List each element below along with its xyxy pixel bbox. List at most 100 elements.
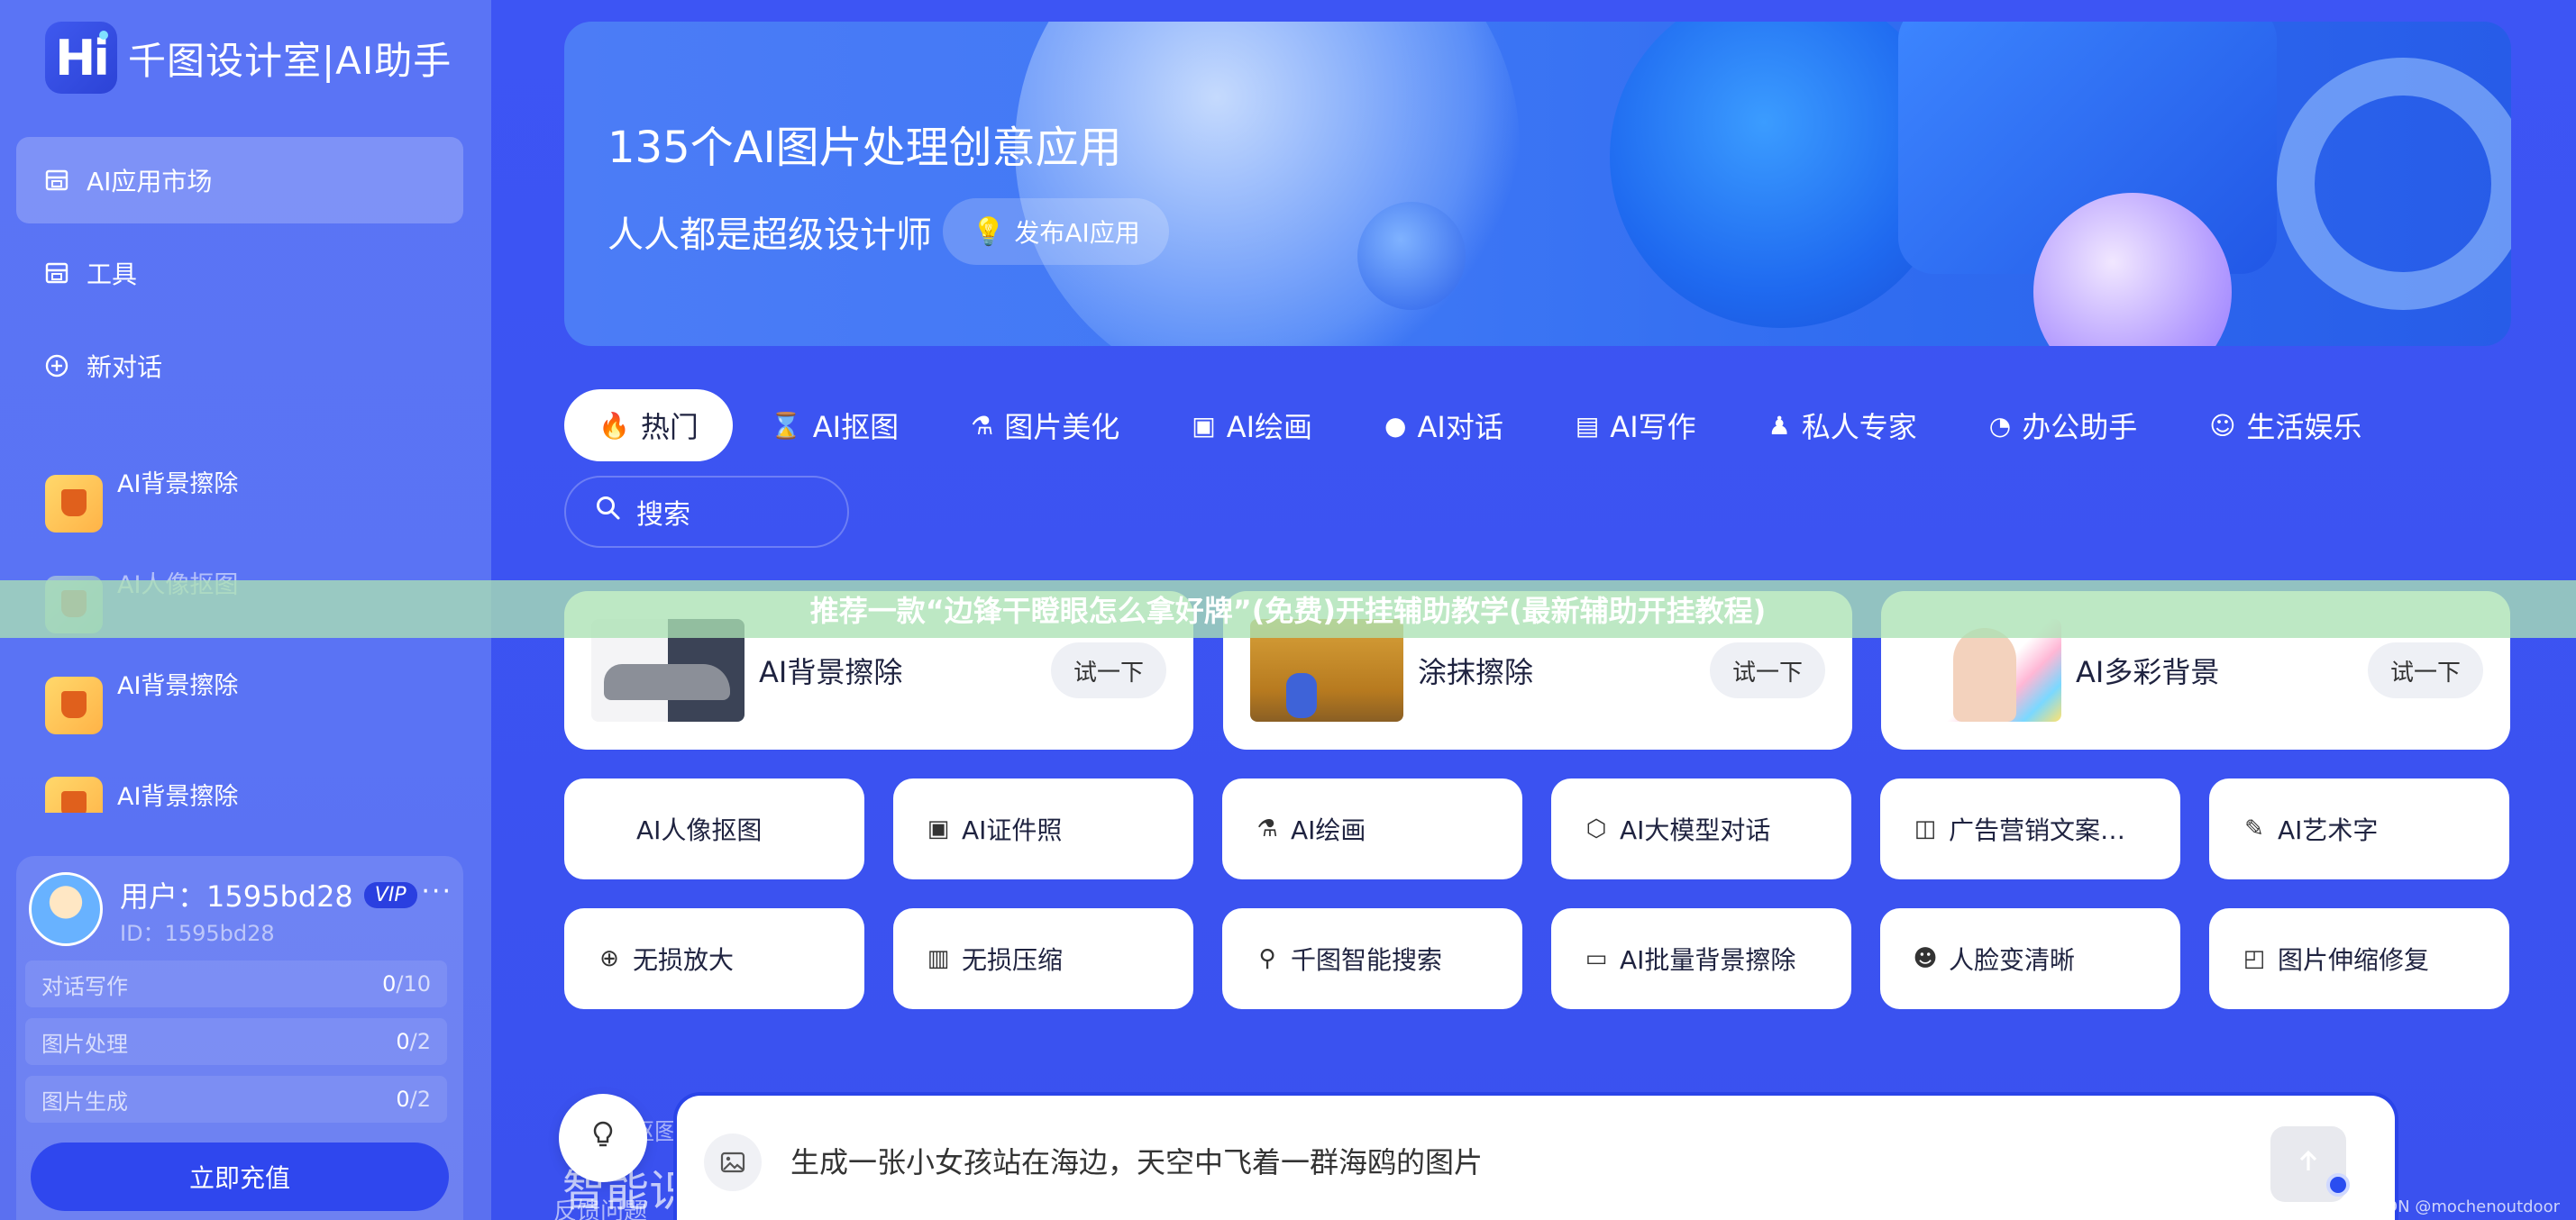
flask-icon: ⚗ [971,410,994,441]
tab-office[interactable]: ◔ 办公助手 [1955,389,2171,461]
tool-image-stretch-repair[interactable]: ◰ 图片伸缩修复 [2209,908,2509,1009]
username-text: 用户：1595bd28 [120,879,353,914]
send-button[interactable] [2270,1126,2350,1202]
tab-ai-painting[interactable]: ▣ AI绘画 [1157,389,1347,461]
tool-lossless-compress[interactable]: ▥ 无损压缩 [893,908,1193,1009]
tab-lifestyle[interactable]: ☺ 生活娱乐 [2175,389,2396,461]
nav-item-ai-app-market[interactable]: AI应用市场 [16,137,463,223]
recent-item[interactable]: AI背景擦除 [45,470,460,535]
image-upload-icon[interactable] [704,1134,762,1191]
zoom-in-icon: ⊕ [599,945,619,972]
tool-batch-bg-erase[interactable]: ▭ AI批量背景擦除 [1551,908,1851,1009]
tool-label: 千图智能搜索 [1291,945,1443,975]
recent-thumbnail [45,475,103,533]
tool-smart-search[interactable]: ⚲ 千图智能搜索 [1222,908,1522,1009]
app-logo[interactable]: Hi 千图设计室|AI助手 [45,22,452,94]
tool-ai-portrait-cutout[interactable]: AI人像抠图 [564,778,864,879]
tab-private-expert[interactable]: ♟ 私人专家 [1734,389,1951,461]
nav-label: 工具 [87,259,138,289]
decor-sphere [1357,202,1466,310]
search-label: 搜索 [636,499,690,531]
tab-label: 私人专家 [1801,410,1917,444]
id-card-icon: ▣ [927,815,950,842]
tool-ai-painting[interactable]: ⚗ AI绘画 [1222,778,1522,879]
lightbulb-icon [588,1119,618,1158]
person-icon: ♟ [1768,410,1791,441]
publish-app-button[interactable]: 💡 发布AI应用 [943,198,1169,265]
feedback-link[interactable]: 反馈问题 [553,1193,647,1220]
banner-subtitle-text: 人人都是超级设计师 [607,214,932,256]
lightbulb-button[interactable] [559,1094,647,1182]
tool-face-enhance[interactable]: ☻ 人脸变清晰 [1880,908,2180,1009]
tool-label: AI证件照 [962,815,1063,845]
recent-label: AI背景擦除 [117,671,239,700]
hero-banner: 135个AI图片处理创意应用 人人都是超级设计师 💡 发布AI应用 [564,22,2511,346]
arrow-up-icon [2295,1146,2322,1183]
edit-image-icon: ✎ [2244,815,2264,842]
speaker-icon: ◫ [1914,815,1937,842]
plus-circle-icon [43,352,70,379]
recent-item[interactable]: AI背景擦除 [45,775,460,813]
quota-row: 图片生成 0/2 [25,1076,447,1123]
recent-label: AI背景擦除 [117,469,239,498]
try-button[interactable]: 试一下 [2368,642,2483,698]
search-box[interactable]: 搜索 [564,476,849,548]
banner-title: 135个AI图片处理创意应用 [607,123,1122,173]
tab-ai-writing[interactable]: ▤ AI写作 [1541,389,1731,461]
quota-value: 0/10 [382,971,431,997]
nav-item-new-chat[interactable]: 新对话 [16,323,463,409]
nav-item-tools[interactable]: 工具 [16,230,463,316]
feature-name: AI背景擦除 [759,655,903,689]
compress-icon: ▥ [927,945,950,972]
logo-mark: Hi [45,22,117,94]
tool-lossless-upscale[interactable]: ⊕ 无损放大 [564,908,864,1009]
tab-hot[interactable]: 🔥 热门 [564,389,733,461]
tool-label: 无损压缩 [962,945,1064,975]
tab-ai-cutout[interactable]: ⌛ AI抠图 [736,389,933,461]
tab-label: 办公助手 [2022,410,2138,444]
quota-row: 对话写作 0/10 [25,961,447,1007]
user-id: ID：1595bd28 [120,921,275,946]
tool-ai-art-text[interactable]: ✎ AI艺术字 [2209,778,2509,879]
nav-label: AI应用市场 [87,167,213,196]
crop-icon: ◰ [2243,945,2266,972]
tab-beautify[interactable]: ⚗ 图片美化 [936,389,1154,461]
recent-item[interactable]: AI背景擦除 [45,672,460,737]
quota-value: 0/2 [396,1029,431,1054]
user-name: 用户：1595bd28 VIP [120,874,417,915]
user-card: 用户：1595bd28 VIP ··· ID：1595bd28 对话写作 0/1… [16,856,463,1220]
tab-label: AI对话 [1417,410,1503,444]
smile-icon: ☺ [2209,410,2236,441]
more-options-icon[interactable]: ··· [421,876,452,907]
feature-name: 涂抹擦除 [1418,655,1534,689]
tab-ai-chat[interactable]: ● AI对话 [1350,389,1538,461]
tool-label: 图片伸缩修复 [2278,945,2430,975]
quota-label: 对话写作 [41,973,128,999]
fire-icon: 🔥 [598,410,630,441]
tab-label: 生活娱乐 [2246,410,2362,444]
chat-input[interactable] [790,1135,2233,1189]
try-button[interactable]: 试一下 [1710,642,1825,698]
image-icon: ▣ [1192,410,1216,441]
tool-label: AI绘画 [1291,815,1366,845]
try-button[interactable]: 试一下 [1051,642,1166,698]
tab-label: AI抠图 [812,410,900,444]
tool-ad-copywriting[interactable]: ◫ 广告营销文案… [1880,778,2180,879]
overlay-banner-text: 推荐一款“边锋干瞪眼怎么拿好牌”(免费)开挂辅助教学(最新辅助开挂教程) [0,580,2576,638]
tool-ai-id-photo[interactable]: ▣ AI证件照 [893,778,1193,879]
tool-label: AI大模型对话 [1620,815,1771,845]
book-icon: ▤ [1575,410,1600,441]
tool-label: AI人像抠图 [636,815,763,845]
store-icon [43,167,70,194]
logo-text: 千图设计室|AI助手 [128,38,452,83]
feature-name: AI多彩背景 [2076,655,2220,689]
avatar[interactable] [29,872,103,946]
vip-badge: VIP [363,881,417,908]
banner-subtitle: 人人都是超级设计师 💡 发布AI应用 [607,198,1169,265]
publish-label: 发布AI应用 [1014,218,1140,248]
tool-ai-llm-chat[interactable]: ⬡ AI大模型对话 [1551,778,1851,879]
tool-label: AI艺术字 [2278,815,2379,845]
recharge-button[interactable]: 立即充值 [31,1143,449,1211]
category-tabs: 🔥 热门 ⌛ AI抠图 ⚗ 图片美化 ▣ AI绘画 ● AI对话 ▤ AI写作 ♟ 私人专家 … [564,389,2399,461]
tab-label: 热门 [640,410,699,444]
